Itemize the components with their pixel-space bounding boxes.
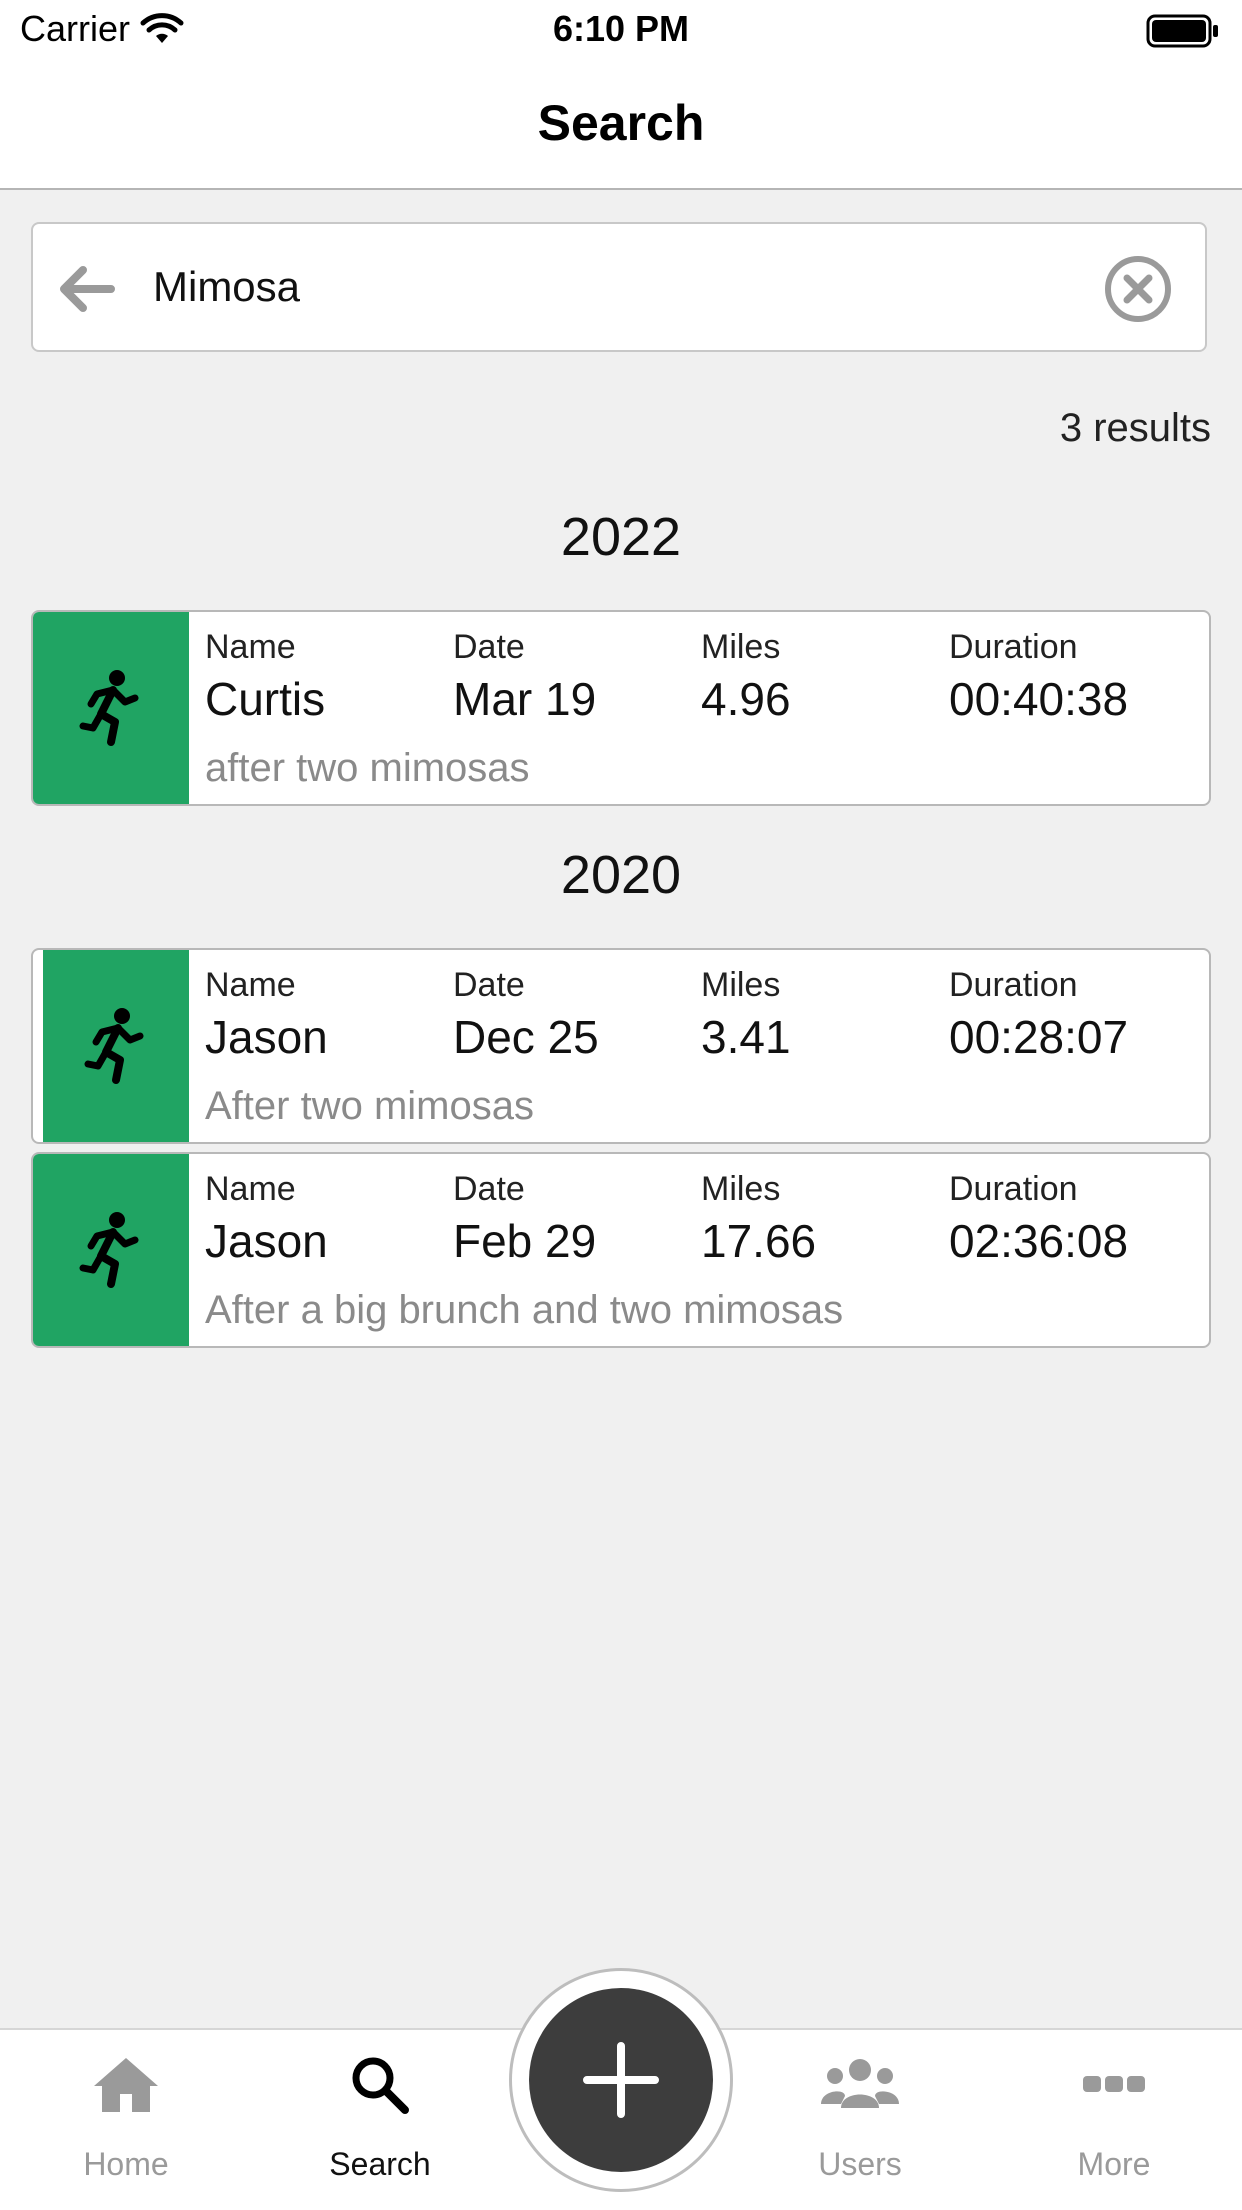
name-label: Name [205, 966, 296, 1004]
miles-column: Miles 17.66 [701, 1168, 816, 1272]
duration-value: 00:40:38 [949, 673, 1129, 725]
name-label: Name [205, 628, 296, 666]
running-icon [79, 670, 139, 746]
status-bar: Carrier 6:10 PM [0, 0, 1242, 62]
activity-type-strip [43, 950, 189, 1142]
duration-column: Duration 02:36:08 [949, 1168, 1128, 1272]
page-title: Search [537, 95, 705, 151]
tab-label: More [1077, 2146, 1151, 2182]
miles-column: Miles 4.96 [701, 626, 791, 730]
activity-note: After two mimosas [205, 1084, 534, 1128]
miles-label: Miles [701, 1170, 781, 1208]
search-icon [352, 2057, 409, 2114]
miles-value: 3.41 [701, 1011, 791, 1063]
activity-type-strip [33, 612, 189, 804]
duration-column: Duration 00:40:38 [949, 626, 1128, 730]
duration-column: Duration 00:28:07 [949, 964, 1128, 1068]
name-value: Jason [205, 1011, 328, 1063]
users-icon [821, 2059, 899, 2108]
year-header: 2020 [560, 845, 682, 905]
activity-card[interactable]: Name Curtis Date Mar 19 Miles 4.96 Durat… [31, 610, 1211, 806]
results-count: 3 results [1059, 406, 1211, 450]
miles-label: Miles [701, 966, 781, 1004]
date-column: Date Feb 29 [453, 1168, 596, 1272]
date-label: Date [453, 1170, 525, 1208]
name-value: Jason [205, 1215, 328, 1267]
tab-label: Home [83, 2146, 169, 2182]
date-value: Mar 19 [453, 673, 597, 725]
tab-home[interactable]: Home [36, 2030, 216, 2210]
duration-value: 02:36:08 [949, 1215, 1129, 1267]
duration-label: Duration [949, 1170, 1078, 1208]
activity-note: after two mimosas [205, 746, 530, 790]
miles-value: 4.96 [701, 673, 791, 725]
running-icon [79, 1212, 139, 1288]
tab-label: Users [818, 2146, 902, 2182]
add-activity-button[interactable] [529, 1988, 713, 2172]
miles-label: Miles [701, 628, 781, 666]
plus-icon [583, 2042, 659, 2118]
tab-search[interactable]: Search [290, 2030, 470, 2210]
navigation-bar: Search [0, 62, 1242, 190]
year-header: 2022 [560, 507, 682, 567]
date-column: Date Dec 25 [453, 964, 599, 1068]
search-input[interactable] [153, 254, 1113, 320]
activity-card[interactable]: Name Jason Date Feb 29 Miles 17.66 Durat… [31, 1152, 1211, 1348]
date-column: Date Mar 19 [453, 626, 596, 730]
home-icon [94, 2058, 158, 2112]
activity-note: After a big brunch and two mimosas [205, 1288, 844, 1332]
miles-value: 17.66 [701, 1215, 817, 1267]
duration-label: Duration [949, 966, 1078, 1004]
name-column: Name Curtis [205, 626, 325, 730]
name-column: Name Jason [205, 1168, 328, 1272]
activity-type-strip [33, 1154, 189, 1346]
tab-users[interactable]: Users [770, 2030, 950, 2210]
name-value: Curtis [205, 673, 326, 725]
duration-value: 00:28:07 [949, 1011, 1129, 1063]
status-time: 6:10 PM [552, 8, 690, 49]
search-box [31, 222, 1207, 352]
clear-search-icon[interactable] [1103, 254, 1173, 324]
back-arrow-icon[interactable] [53, 256, 119, 322]
date-value: Feb 29 [453, 1215, 597, 1267]
name-label: Name [205, 1170, 296, 1208]
miles-column: Miles 3.41 [701, 964, 791, 1068]
date-label: Date [453, 628, 525, 666]
tab-more[interactable]: More [1024, 2030, 1204, 2210]
duration-label: Duration [949, 628, 1078, 666]
date-value: Dec 25 [453, 1011, 599, 1063]
date-label: Date [453, 966, 525, 1004]
more-icon [1083, 2076, 1145, 2092]
battery-icon [1146, 14, 1218, 48]
activity-card[interactable]: Name Jason Date Dec 25 Miles 3.41 Durati… [31, 948, 1211, 1144]
tab-label: Search [329, 2146, 431, 2182]
running-icon [84, 1008, 144, 1084]
name-column: Name Jason [205, 964, 328, 1068]
